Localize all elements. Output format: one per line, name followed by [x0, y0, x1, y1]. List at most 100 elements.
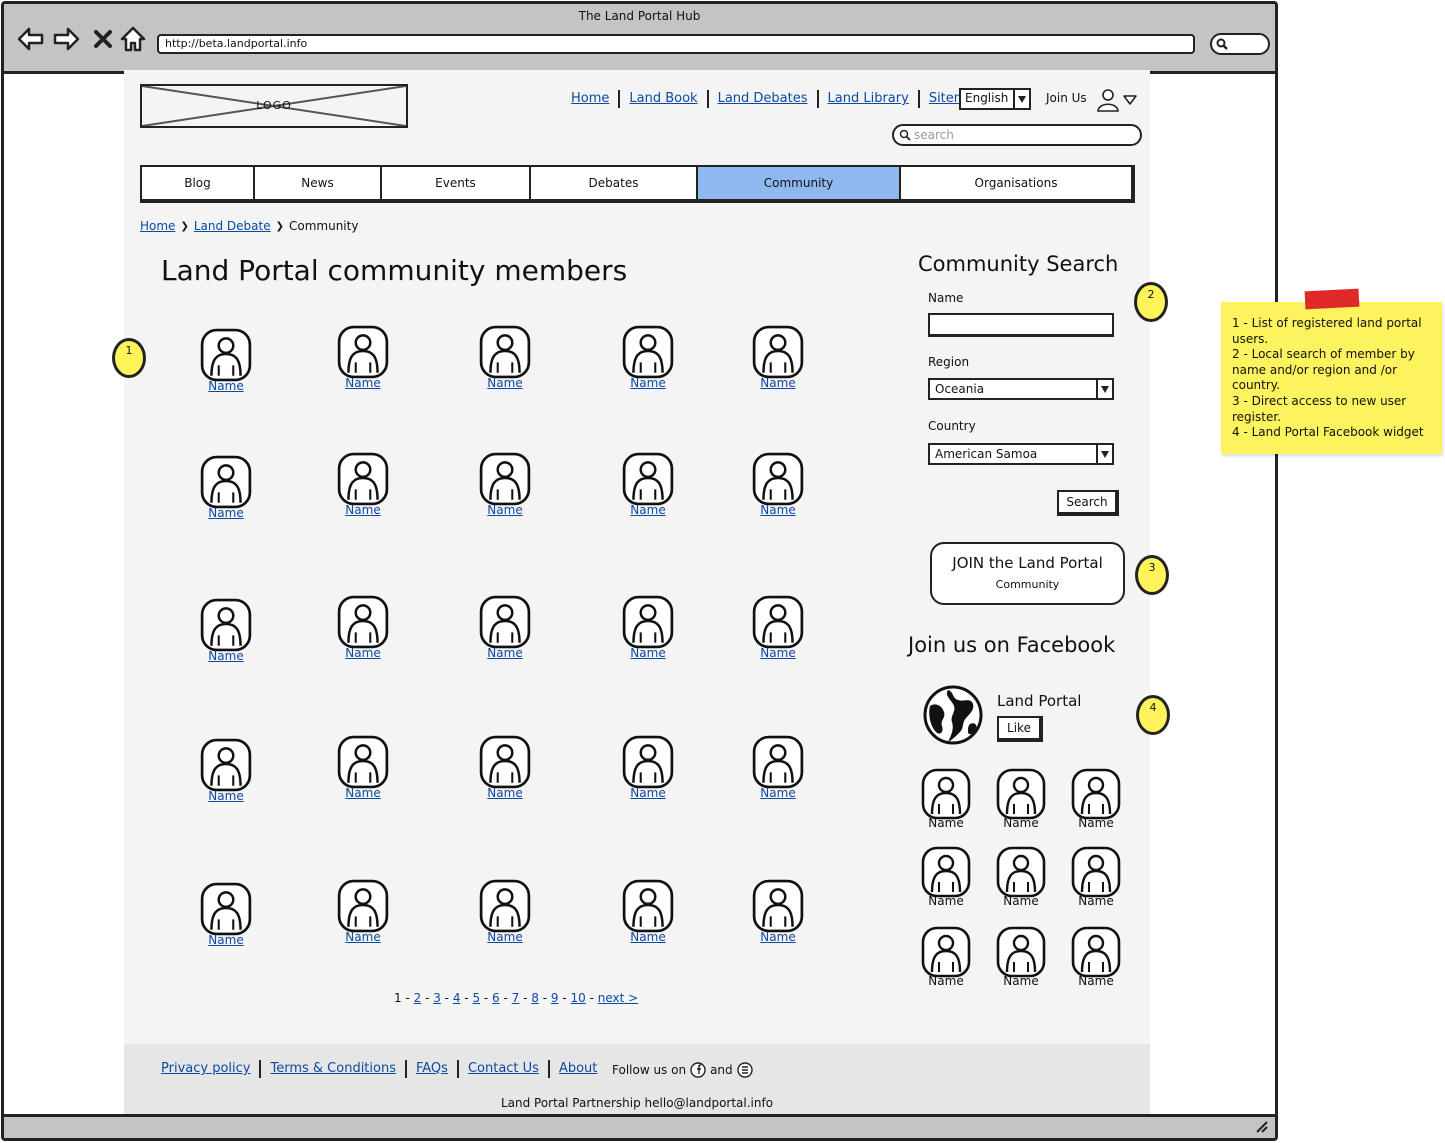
- pagination-page-6[interactable]: 6: [492, 991, 500, 1005]
- member-name-link[interactable]: Name: [470, 930, 540, 944]
- member-card[interactable]: Name: [743, 735, 813, 800]
- twitter-icon[interactable]: [736, 1062, 753, 1078]
- member-name-link[interactable]: Name: [470, 646, 540, 660]
- facebook-fan[interactable]: Name: [1066, 846, 1126, 908]
- footer-link-faqs[interactable]: FAQs: [416, 1061, 448, 1076]
- member-name-link[interactable]: Name: [743, 930, 813, 944]
- member-name-link[interactable]: Name: [470, 786, 540, 800]
- pagination-page-5[interactable]: 5: [472, 991, 480, 1005]
- facebook-icon[interactable]: [690, 1062, 706, 1078]
- facebook-fan[interactable]: Name: [1066, 768, 1126, 830]
- footer-link-contact[interactable]: Contact Us: [468, 1061, 539, 1076]
- member-name-link[interactable]: Name: [743, 503, 813, 517]
- pagination-page-3[interactable]: 3: [433, 991, 441, 1005]
- member-card[interactable]: Name: [470, 452, 540, 517]
- member-name-link[interactable]: Name: [328, 376, 398, 390]
- member-card[interactable]: Name: [191, 882, 261, 947]
- member-name-link[interactable]: Name: [191, 649, 261, 663]
- facebook-fan[interactable]: Name: [991, 926, 1051, 988]
- member-name-link[interactable]: Name: [191, 933, 261, 947]
- join-community-button[interactable]: JOIN the Land Portal Community: [930, 542, 1125, 605]
- footer-link-about[interactable]: About: [559, 1061, 597, 1076]
- member-card[interactable]: Name: [743, 325, 813, 390]
- member-name-link[interactable]: Name: [613, 646, 683, 660]
- member-name-link[interactable]: Name: [743, 646, 813, 660]
- member-name-link[interactable]: Name: [743, 376, 813, 390]
- forward-arrow-icon[interactable]: [53, 26, 81, 52]
- member-name-link[interactable]: Name: [328, 646, 398, 660]
- url-bar[interactable]: http://beta.landportal.info: [157, 34, 1195, 54]
- pagination-page-7[interactable]: 7: [512, 991, 520, 1005]
- top-link-land-library[interactable]: Land Library: [828, 91, 909, 106]
- nav-tab-blog[interactable]: Blog: [142, 167, 255, 199]
- member-name-link[interactable]: Name: [743, 786, 813, 800]
- member-card[interactable]: Name: [470, 595, 540, 660]
- facebook-page-name[interactable]: Land Portal: [997, 692, 1081, 710]
- member-card[interactable]: Name: [328, 452, 398, 517]
- member-card[interactable]: Name: [191, 738, 261, 803]
- facebook-like-button[interactable]: Like: [997, 716, 1043, 742]
- search-button[interactable]: Search: [1057, 490, 1119, 516]
- member-card[interactable]: Name: [470, 735, 540, 800]
- facebook-fan[interactable]: Name: [991, 768, 1051, 830]
- name-input[interactable]: [928, 313, 1114, 337]
- member-card[interactable]: Name: [191, 598, 261, 663]
- logo[interactable]: LOGO: [140, 84, 408, 128]
- join-us-link[interactable]: Join Us: [1046, 91, 1087, 105]
- member-card[interactable]: Name: [743, 879, 813, 944]
- pagination-page-2[interactable]: 2: [414, 991, 422, 1005]
- member-name-link[interactable]: Name: [613, 503, 683, 517]
- member-card[interactable]: Name: [470, 325, 540, 390]
- nav-tab-debates[interactable]: Debates: [531, 167, 698, 199]
- breadcrumb-home[interactable]: Home: [140, 219, 175, 233]
- top-link-home[interactable]: Home: [571, 91, 609, 106]
- footer-link-terms[interactable]: Terms & Conditions: [270, 1061, 396, 1076]
- member-card[interactable]: Name: [613, 735, 683, 800]
- home-icon[interactable]: [119, 26, 147, 52]
- member-name-link[interactable]: Name: [613, 376, 683, 390]
- back-arrow-icon[interactable]: [16, 26, 44, 52]
- member-name-link[interactable]: Name: [191, 789, 261, 803]
- member-name-link[interactable]: Name: [328, 786, 398, 800]
- nav-tab-events[interactable]: Events: [382, 167, 531, 199]
- breadcrumb-land-debate[interactable]: Land Debate: [194, 219, 271, 233]
- nav-tab-community[interactable]: Community: [698, 167, 901, 199]
- member-card[interactable]: Name: [613, 879, 683, 944]
- nav-tab-news[interactable]: News: [255, 167, 382, 199]
- member-card[interactable]: Name: [328, 879, 398, 944]
- member-card[interactable]: Name: [613, 452, 683, 517]
- top-link-land-debates[interactable]: Land Debates: [718, 91, 808, 106]
- facebook-fan[interactable]: Name: [916, 768, 976, 830]
- member-card[interactable]: Name: [743, 595, 813, 660]
- pagination-page-4[interactable]: 4: [453, 991, 461, 1005]
- member-card[interactable]: Name: [191, 455, 261, 520]
- region-select[interactable]: Oceania: [928, 378, 1114, 400]
- stop-icon[interactable]: [92, 26, 114, 52]
- nav-tab-organisations[interactable]: Organisations: [901, 167, 1131, 199]
- browser-search-field[interactable]: [1210, 33, 1270, 55]
- country-select[interactable]: American Samoa: [928, 443, 1114, 465]
- member-name-link[interactable]: Name: [191, 379, 261, 393]
- member-name-link[interactable]: Name: [328, 930, 398, 944]
- pagination-page-10[interactable]: 10: [570, 991, 585, 1005]
- member-card[interactable]: Name: [613, 595, 683, 660]
- member-name-link[interactable]: Name: [613, 786, 683, 800]
- facebook-fan[interactable]: Name: [916, 846, 976, 908]
- footer-link-privacy[interactable]: Privacy policy: [161, 1061, 250, 1076]
- member-card[interactable]: Name: [743, 452, 813, 517]
- member-card[interactable]: Name: [328, 595, 398, 660]
- member-card[interactable]: Name: [328, 735, 398, 800]
- pagination-page-9[interactable]: 9: [551, 991, 559, 1005]
- facebook-fan[interactable]: Name: [1066, 926, 1126, 988]
- user-menu-icon[interactable]: [1096, 88, 1140, 112]
- site-search-input[interactable]: search: [892, 124, 1142, 146]
- member-name-link[interactable]: Name: [191, 506, 261, 520]
- member-name-link[interactable]: Name: [470, 376, 540, 390]
- facebook-fan[interactable]: Name: [991, 846, 1051, 908]
- top-link-land-book[interactable]: Land Book: [629, 91, 697, 106]
- resize-grip-icon[interactable]: [1255, 1121, 1269, 1133]
- member-name-link[interactable]: Name: [328, 503, 398, 517]
- facebook-fan[interactable]: Name: [916, 926, 976, 988]
- member-card[interactable]: Name: [191, 328, 261, 393]
- pagination-next[interactable]: next >: [598, 991, 638, 1005]
